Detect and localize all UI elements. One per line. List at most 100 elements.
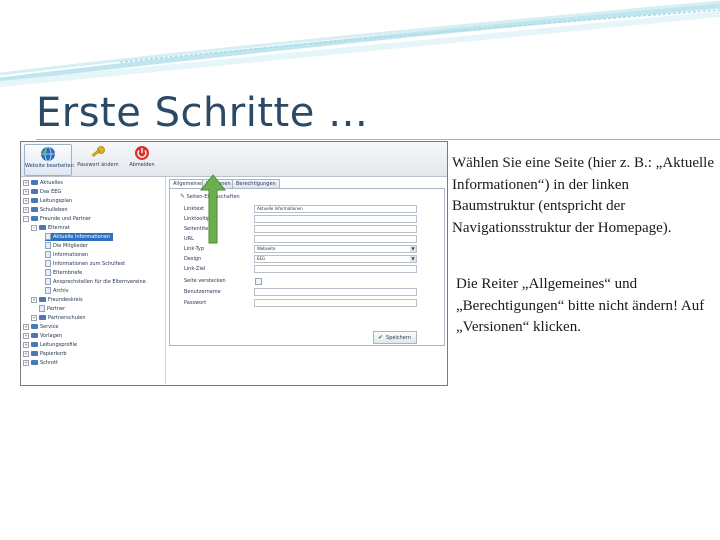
tree-item-label: Service: [40, 324, 59, 330]
tree-item-informationen-schulfest[interactable]: Informationen zum Schulfest: [45, 260, 125, 268]
website-bearbeiten-button[interactable]: Website bearbeiten: [24, 144, 74, 176]
tree-item-service[interactable]: + Service: [23, 323, 58, 331]
design-select[interactable]: EEG ▼: [254, 255, 417, 263]
tree-item-label: Aktuelle Informationen: [53, 234, 111, 240]
cms-toolbar: Website bearbeiten Passwort ändern Abmel…: [21, 142, 447, 177]
tree-item-das-eeg[interactable]: + Das EEG: [23, 188, 61, 196]
field-label-seite-verstecken: Seite verstecken: [184, 278, 226, 284]
folder-icon: [31, 189, 38, 194]
tree-item-schulleben[interactable]: + Schulleben: [23, 206, 68, 214]
expand-icon[interactable]: +: [23, 332, 29, 339]
chevron-down-icon[interactable]: ▼: [410, 246, 416, 252]
tree-item-label: Die Mitglieder: [53, 243, 88, 249]
instruction-paragraph-1: Wählen Sie eine Seite (hier z. B.: „Aktu…: [452, 155, 714, 236]
passwort-input[interactable]: [254, 299, 417, 307]
expand-icon[interactable]: +: [31, 314, 37, 321]
expand-icon[interactable]: +: [23, 350, 29, 357]
field-label-link-typ: Link-Typ: [184, 246, 204, 252]
tree-item-vorlagen[interactable]: + Vorlagen: [23, 332, 62, 340]
expand-icon[interactable]: +: [23, 206, 29, 213]
passwort-aendern-button[interactable]: Passwort ändern: [73, 144, 123, 174]
page-icon: [45, 251, 51, 258]
folder-icon: [31, 216, 38, 221]
seitentitel-input[interactable]: [254, 225, 417, 233]
collapse-icon[interactable]: −: [23, 215, 29, 222]
check-icon: ✔: [378, 334, 384, 341]
tree-item-label: Elternbriefe: [53, 270, 83, 276]
field-label-design: Design: [184, 256, 202, 262]
url-input[interactable]: [254, 235, 417, 243]
expand-icon[interactable]: +: [23, 323, 29, 330]
tree-item-papierkorb[interactable]: + Papierkorb: [23, 350, 67, 358]
folder-icon: [31, 180, 38, 185]
tree-item-informationen[interactable]: Informationen: [45, 251, 88, 259]
tree-item-label: Ansprechstellen für die Elternvereine: [53, 279, 146, 285]
tree-item-label: Leitungsplan: [40, 198, 73, 204]
folder-icon: [39, 315, 46, 320]
link-typ-select[interactable]: Webseite ▼: [254, 245, 417, 253]
expand-icon[interactable]: +: [23, 179, 29, 186]
tree-item-label: Das EEG: [40, 189, 62, 195]
benutzername-input[interactable]: [254, 288, 417, 296]
folder-icon: [31, 351, 38, 356]
link-ziel-input[interactable]: [254, 265, 417, 273]
tree-item-label: Aktuelles: [40, 180, 63, 186]
page-icon: [45, 233, 51, 240]
tree-item-elternrat[interactable]: − Elternrat: [31, 224, 70, 232]
page-icon: [45, 278, 51, 285]
power-icon: [135, 146, 149, 160]
folder-icon: [31, 360, 38, 365]
tree-item-leitungsplan[interactable]: + Leitungsplan: [23, 197, 72, 205]
folder-icon: [31, 324, 38, 329]
page-tree: + Aktuelles + Das EEG + Leitungsplan + Schul…: [21, 177, 166, 384]
tree-item-label: Leitungsprofile: [40, 342, 78, 348]
tree-item-die-mitglieder[interactable]: Die Mitglieder: [45, 242, 88, 250]
slide-title: Erste Schritte …: [36, 90, 369, 136]
tree-item-label: Vorlagen: [40, 333, 63, 339]
tree-item-elternbriefe[interactable]: Elternbriefe: [45, 269, 82, 277]
tree-item-leitungsprofile[interactable]: + Leitungsprofile: [23, 341, 77, 349]
expand-icon[interactable]: +: [31, 296, 37, 303]
key-icon: [91, 146, 105, 157]
tree-item-aktuelle-informationen[interactable]: Aktuelle Informationen: [45, 233, 114, 241]
folder-icon: [31, 333, 38, 338]
tree-item-label: Freundeskreis: [48, 297, 83, 303]
tree-item-archiv[interactable]: Archiv: [45, 287, 69, 295]
seite-verstecken-checkbox[interactable]: [255, 278, 262, 285]
tree-item-freunde-und-partner[interactable]: − Freunde und Partner: [23, 215, 91, 223]
tree-item-label: Partner: [47, 306, 66, 312]
expand-icon[interactable]: +: [23, 341, 29, 348]
tree-item-partnerschulen[interactable]: + Partnerschulen: [31, 314, 86, 322]
folder-icon: [31, 198, 38, 203]
linktooltip-input[interactable]: [254, 215, 417, 223]
folder-icon: [39, 297, 46, 302]
page-icon: [45, 260, 51, 267]
abmelden-button[interactable]: Abmelden: [125, 144, 159, 174]
page-icon: [45, 269, 51, 276]
tree-item-label: Papierkorb: [40, 351, 67, 357]
tree-item-ansprechstellen[interactable]: Ansprechstellen für die Elternvereine: [45, 278, 146, 286]
chevron-down-icon[interactable]: ▼: [410, 256, 416, 262]
folder-icon: [31, 342, 38, 347]
linktext-input[interactable]: Aktuelle Informationen: [254, 205, 417, 213]
page-icon: [45, 287, 51, 294]
toolbar-button-label: Passwort ändern: [77, 162, 119, 168]
expand-icon[interactable]: +: [23, 197, 29, 204]
select-value: Webseite: [257, 246, 276, 251]
pencil-icon: ✎: [180, 193, 186, 200]
expand-icon[interactable]: +: [23, 188, 29, 195]
toolbar-button-label: Website bearbeiten: [25, 163, 74, 169]
tree-item-label: Freunde und Partner: [40, 216, 91, 222]
expand-icon[interactable]: +: [23, 359, 29, 366]
tree-item-label: Schrott: [40, 360, 59, 366]
globe-icon: [41, 146, 55, 162]
tree-item-aktuelles[interactable]: + Aktuelles: [23, 179, 63, 187]
tree-item-schrott[interactable]: + Schrott: [23, 359, 58, 367]
tree-item-label: Partnerschulen: [48, 315, 86, 321]
field-label-link-ziel: Link-Ziel: [184, 266, 206, 272]
save-button[interactable]: ✔ Speichern: [373, 331, 417, 344]
tree-item-freundeskreis[interactable]: + Freundeskreis: [31, 296, 83, 304]
tree-item-partner[interactable]: Partner: [39, 305, 65, 313]
collapse-icon[interactable]: −: [31, 224, 37, 231]
toolbar-button-label: Abmelden: [129, 162, 155, 168]
